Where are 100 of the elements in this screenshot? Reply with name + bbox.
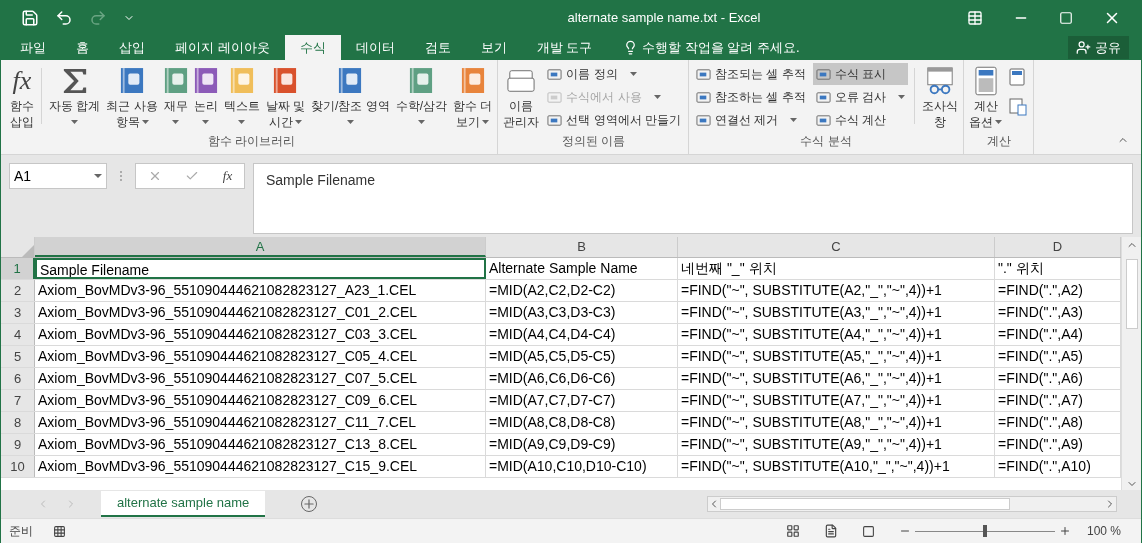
share-button[interactable]: 공유 (1068, 36, 1129, 59)
sheet-tab[interactable]: alternate sample name (101, 491, 266, 517)
ribbon-small-button[interactable]: 수식 계산 (812, 109, 909, 131)
ribbon-small-button[interactable]: 오류 검사 (812, 86, 909, 108)
table-cell: Axiom_BovMDv3-96_551090444621082823127_C03_3.CEL (35, 324, 486, 345)
normal-view-icon[interactable] (785, 524, 800, 538)
ribbon-tab[interactable]: 수식 (284, 35, 341, 60)
row-header[interactable]: 1 (1, 258, 35, 279)
caret-icon (629, 72, 637, 76)
ribbon-button[interactable]: 계산 옵션 (966, 60, 1006, 132)
column-header[interactable]: B (486, 237, 678, 257)
column-header[interactable]: A (35, 237, 486, 257)
table-cell: =FIND("~", SUBSTITUTE(A2,"_","~",4))+1 (678, 280, 995, 301)
ribbon-tab[interactable]: 파일 (5, 35, 61, 60)
ribbon-button[interactable]: 날짜 및 시간 (262, 60, 309, 132)
table-cell: =FIND("~", SUBSTITUTE(A8,"_","~",4))+1 (678, 412, 995, 433)
row-header[interactable]: 3 (1, 302, 35, 323)
ribbon-button[interactable]: 재무 (160, 60, 191, 132)
row-header[interactable]: 5 (1, 346, 35, 367)
zoom-in-icon[interactable] (1058, 525, 1071, 537)
ribbon-display-icon[interactable] (967, 9, 983, 26)
ribbon-tab[interactable]: 페이지 레이아웃 (160, 35, 285, 60)
ribbon-tab[interactable]: 개발 도구 (521, 35, 608, 60)
ribbon-small-button[interactable]: 이름 정의 (544, 63, 685, 85)
row-header[interactable]: 8 (1, 412, 35, 433)
table-cell: Alternate Sample Name (486, 258, 678, 279)
macro-record-icon[interactable] (53, 524, 66, 538)
table-cell: Axiom_BovMDv3-96_551090444621082823127_C01_2.CEL (35, 302, 486, 323)
caret-icon (482, 120, 490, 124)
caret-icon (94, 174, 102, 178)
ribbon-small-button[interactable]: 선택 영역에서 만들기 (544, 109, 685, 131)
ribbon-button[interactable]: 수학/삼각 (392, 60, 451, 132)
horizontal-scrollbar[interactable] (707, 496, 1117, 512)
ribbon-small-button[interactable]: 참조하는 셀 추적 (693, 86, 809, 108)
table-cell: =FIND("~", SUBSTITUTE(A6,"_","~",4))+1 (678, 368, 995, 389)
scroll-thumb[interactable] (1125, 259, 1138, 329)
ribbon-button[interactable]: fx 함수 삽입 (7, 60, 37, 132)
caret-icon (995, 120, 1003, 124)
ribbon-tab[interactable]: 데이터 (340, 35, 410, 60)
ribbon-button[interactable]: 최근 사용 항목 (103, 60, 161, 132)
page-break-icon[interactable] (861, 524, 875, 538)
undo-icon[interactable] (55, 8, 73, 27)
ribbon-tab[interactable]: 홈 (61, 35, 104, 60)
ribbon-button[interactable]: 자동 합계 (46, 60, 104, 132)
enter-icon[interactable] (185, 169, 200, 183)
row-header[interactable]: 2 (1, 280, 35, 301)
calculator-icon[interactable] (1009, 68, 1026, 86)
ribbon-tab[interactable]: 삽입 (104, 35, 160, 60)
function-icon: fx (12, 68, 32, 94)
ribbon-button[interactable]: 함수 더 보기 (450, 60, 496, 132)
row-header[interactable]: 9 (1, 434, 35, 455)
sheet-calculator-icon[interactable] (1009, 98, 1028, 116)
ribbon-button[interactable]: 논리 (190, 60, 221, 132)
insert-function-button[interactable]: fx (222, 166, 233, 186)
formula-tool-icon (815, 112, 831, 128)
row-header[interactable]: 10 (1, 456, 35, 477)
zoom-slider[interactable] (914, 525, 1055, 537)
page-layout-icon[interactable] (823, 524, 838, 538)
ribbon-small-button[interactable]: 연결선 제거 (693, 109, 809, 131)
column-header[interactable]: C (678, 237, 995, 257)
ribbon-button[interactable]: 조사식 창 (919, 60, 962, 132)
name-tags-icon (506, 67, 537, 95)
row-header[interactable]: 6 (1, 368, 35, 389)
save-icon[interactable] (21, 8, 39, 27)
zoom-thumb[interactable] (982, 525, 987, 537)
name-box[interactable]: A1 (9, 163, 107, 189)
book-icon (273, 67, 298, 95)
window-title: alternate sample name.txt - Excel (566, 8, 762, 27)
formula-tool-icon (547, 112, 563, 128)
formula-tool-icon (815, 66, 831, 82)
ribbon-button[interactable]: 이름 관리자 (500, 60, 543, 132)
caret-icon (294, 120, 302, 124)
scroll-thumb[interactable] (720, 498, 1010, 510)
table-cell: =MID(A7,C7,D7-C7) (486, 390, 678, 411)
table-cell: =MID(A8,C8,D8-C8) (486, 412, 678, 433)
table-cell: =MID(A4,C4,D4-C4) (486, 324, 678, 345)
table-cell: Axiom_BovMDv3-96_551090444621082823127_A23_1.CEL (35, 280, 486, 301)
table-cell: Axiom_BovMDv3-96_551090444621082823127_C13_8.CEL (35, 434, 486, 455)
tell-me-field[interactable]: 수행할 작업을 알려 주세요. (623, 35, 800, 60)
ribbon-button[interactable]: 찾기/참조 영역 (308, 60, 393, 132)
vertical-scrollbar[interactable] (1121, 237, 1141, 490)
ribbon-tab[interactable]: 검토 (409, 35, 466, 60)
group-label: 정의된 이름 (560, 133, 626, 150)
row-header[interactable]: 4 (1, 324, 35, 345)
ribbon-button[interactable]: 텍스트 (220, 60, 263, 132)
formula-tool-icon (696, 66, 712, 82)
ribbon-small-button[interactable]: 참조되는 셀 추적 (693, 63, 809, 85)
formula-tool-icon (815, 89, 831, 105)
ribbon-tab[interactable]: 보기 (465, 35, 522, 60)
ribbon-small-button[interactable]: 수식 표시 (812, 63, 909, 85)
redo-icon[interactable] (89, 8, 107, 27)
table-cell: Axiom_BovMDv3-96_551090444621082823127_C11_7.CEL (35, 412, 486, 433)
row-header[interactable]: 7 (1, 390, 35, 411)
caret-icon (346, 120, 354, 124)
table-cell: Axiom_BovMDv3-96_551090444621082823127_C07_5.CEL (35, 368, 486, 389)
zoom-level[interactable]: 100 % (1086, 522, 1121, 540)
formula-field[interactable]: Sample Filename (253, 163, 1133, 234)
table-cell: =FIND("~", SUBSTITUTE(A3,"_","~",4))+1 (678, 302, 995, 323)
grip-icon[interactable] (119, 170, 123, 182)
maximize-icon[interactable] (1059, 10, 1073, 25)
